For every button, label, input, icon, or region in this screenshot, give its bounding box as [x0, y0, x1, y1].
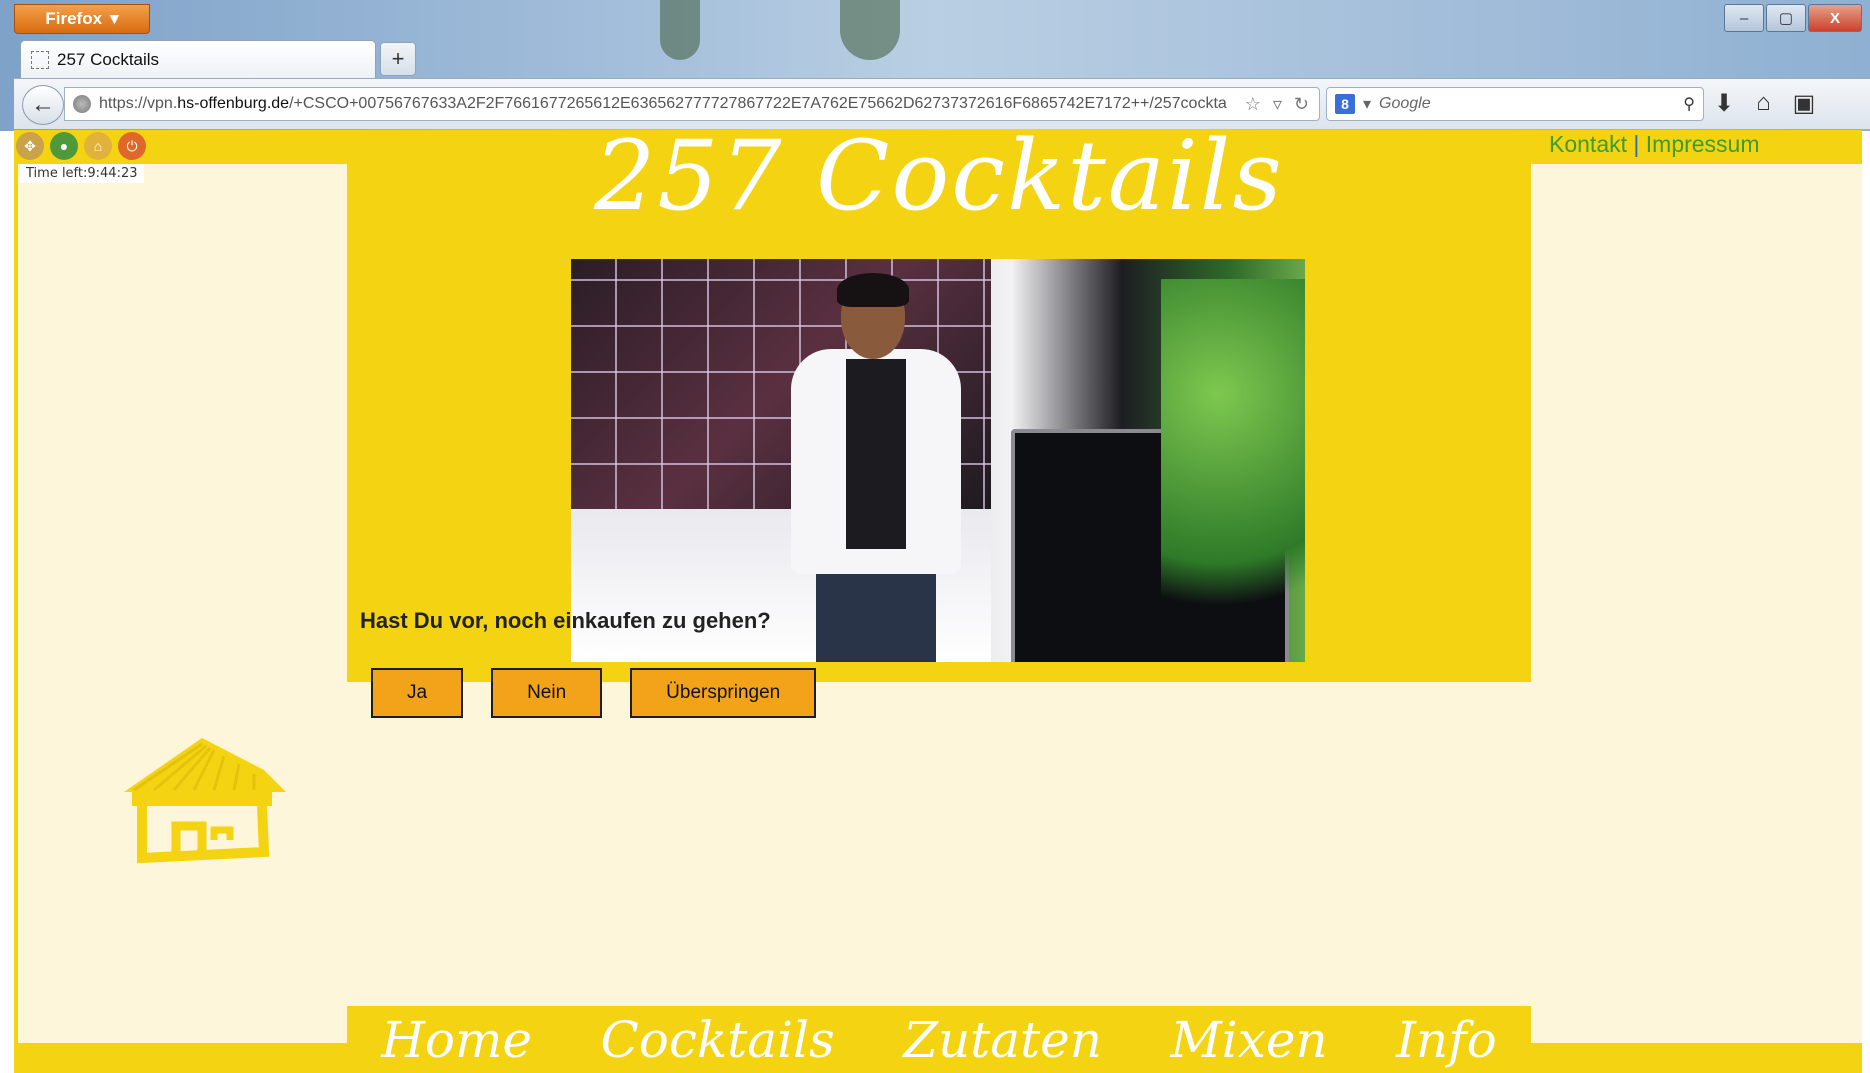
nav-info[interactable]: Info — [1376, 1011, 1517, 1069]
google-engine-icon[interactable]: 8 — [1335, 94, 1355, 114]
search-bar[interactable]: 8 ▾ Google ⚲ — [1326, 87, 1704, 121]
vpn-home-icon[interactable]: ⌂ — [84, 132, 112, 160]
search-input[interactable]: Google — [1379, 95, 1675, 113]
left-accent-stripe — [14, 130, 18, 1073]
browser-tab[interactable]: 257 Cocktails — [20, 40, 376, 78]
search-icon[interactable]: ⚲ — [1683, 94, 1695, 114]
firefox-menu-button[interactable]: Firefox ▾ — [14, 4, 150, 34]
search-engine-chevron-icon[interactable]: ▾ — [1363, 94, 1371, 114]
nav-home[interactable]: Home — [361, 1011, 552, 1069]
link-separator: | — [1633, 131, 1640, 157]
address-bar[interactable]: https://vpn.hs-offenburg.de/+CSCO+007567… — [64, 87, 1320, 121]
impressum-link[interactable]: Impressum — [1646, 131, 1760, 157]
no-button[interactable]: Nein — [491, 668, 603, 718]
back-arrow-icon: ← — [31, 91, 55, 118]
navigation-toolbar: ← https://vpn.hs-offenburg.de/+CSCO+0075… — [14, 78, 1870, 129]
chevron-down-icon: ▾ — [110, 9, 119, 28]
vpn-session-timer: Time left:9:44:23 — [20, 164, 144, 183]
quiz-question: Hast Du vor, noch einkaufen zu gehen? — [360, 608, 771, 633]
vpn-move-icon[interactable]: ✥ — [16, 132, 44, 160]
vpn-toolbar: ✥ ● ⌂ ⏻ — [16, 132, 146, 160]
minimize-button[interactable]: – — [1724, 4, 1764, 32]
vpn-logout-icon[interactable]: ⏻ — [118, 132, 146, 160]
tab-title: 257 Cocktails — [57, 49, 160, 69]
window-controls: – ▢ X — [1724, 4, 1862, 32]
home-icon[interactable]: ⌂ — [1756, 89, 1771, 118]
dropdown-arrow-icon[interactable]: ▿ — [1273, 94, 1282, 115]
nav-zutaten[interactable]: Zutaten — [883, 1011, 1122, 1069]
addon-icon[interactable]: ▣ — [1793, 89, 1816, 118]
yes-button[interactable]: Ja — [371, 668, 464, 718]
site-identity-icon[interactable] — [73, 95, 91, 113]
top-links: Kontakt | Impressum — [1549, 131, 1760, 158]
browser-chrome: Firefox ▾ – ▢ X 257 Cocktails + ← https:… — [0, 0, 1870, 131]
site-title: 257 Cocktails — [594, 130, 1284, 232]
bookmark-star-icon[interactable]: ☆ — [1245, 94, 1261, 115]
nav-cocktails[interactable]: Cocktails — [580, 1011, 854, 1069]
vpn-globe-icon[interactable]: ● — [50, 132, 78, 160]
firefox-menu-label: Firefox — [45, 9, 103, 28]
skip-button[interactable]: Überspringen — [630, 668, 817, 718]
downloads-icon[interactable]: ⬇ — [1714, 89, 1734, 118]
maximize-button[interactable]: ▢ — [1766, 4, 1806, 32]
url-text: https://vpn.hs-offenburg.de/+CSCO+007567… — [99, 95, 1227, 112]
background-decoration — [840, 0, 900, 60]
main-navigation: Home Cocktails Zutaten Mixen Info — [347, 1006, 1531, 1073]
nav-mixen[interactable]: Mixen — [1150, 1011, 1347, 1069]
close-window-button[interactable]: X — [1808, 4, 1862, 32]
answer-buttons: Ja Nein Überspringen — [371, 668, 817, 718]
site-header: 257 Cocktails — [347, 130, 1531, 682]
new-tab-button[interactable]: + — [380, 42, 416, 76]
page-favicon-icon — [31, 50, 49, 69]
web-page: ✥ ● ⌂ ⏻ Time left:9:44:23 257 Cocktails … — [14, 130, 1862, 1073]
kontakt-link[interactable]: Kontakt — [1549, 131, 1627, 157]
reload-icon[interactable]: ↻ — [1294, 94, 1309, 115]
hero-image — [571, 259, 1305, 662]
background-decoration — [660, 0, 700, 60]
back-button[interactable]: ← — [22, 85, 64, 125]
hut-icon[interactable] — [114, 730, 294, 870]
